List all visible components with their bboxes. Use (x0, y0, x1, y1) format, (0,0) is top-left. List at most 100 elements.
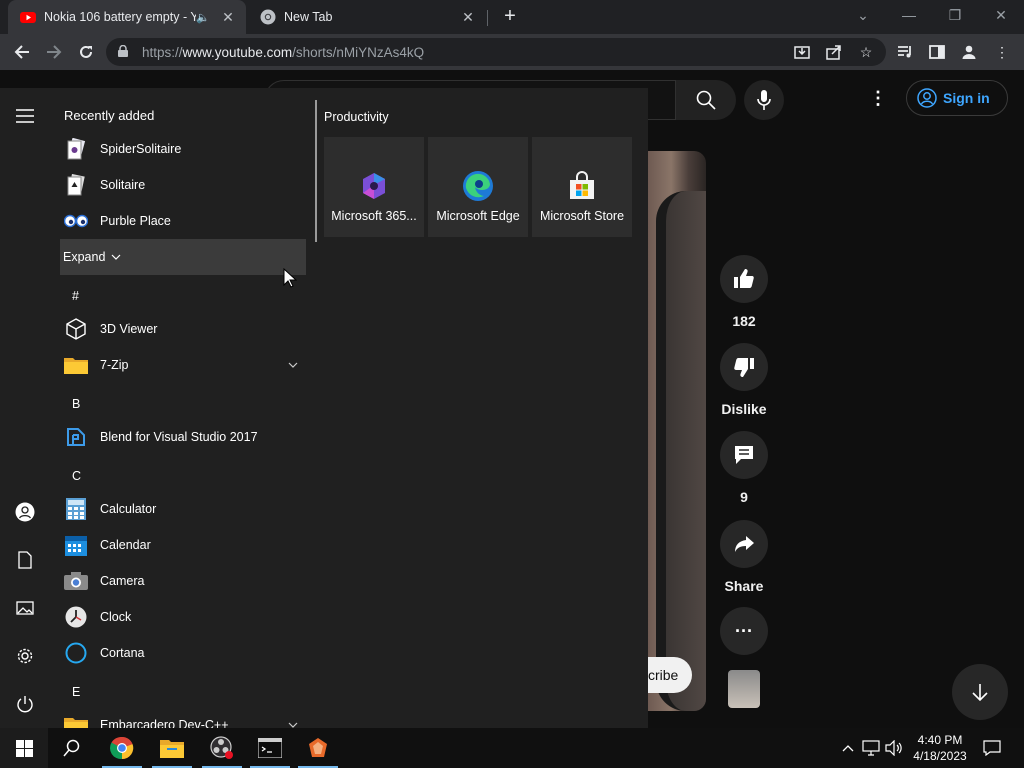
app-label: Embarcadero Dev-C++ (100, 718, 229, 728)
app-spider-solitaire[interactable]: SpiderSolitaire (60, 131, 306, 167)
search-icon[interactable] (676, 80, 736, 120)
terminal-icon (258, 738, 282, 758)
chevron-down-icon[interactable] (288, 720, 298, 729)
close-window-button[interactable]: ✕ (978, 0, 1024, 30)
dislike-button[interactable] (720, 343, 768, 391)
hamburger-menu-icon[interactable] (13, 104, 37, 128)
restore-button[interactable]: ❐ (932, 0, 978, 30)
install-app-icon[interactable] (792, 42, 812, 62)
spider-solitaire-icon (64, 137, 88, 161)
app-blend-vs-2017[interactable]: Blend for Visual Studio 2017 (60, 419, 306, 455)
tab-new-tab[interactable]: New Tab ✕ (250, 0, 486, 34)
settings-menu-icon[interactable]: ⋮ (866, 86, 890, 110)
clock-time: 4:40 PM (917, 733, 963, 747)
profile-icon[interactable] (959, 42, 979, 62)
browser-toolbar: https://www.youtube.com/shorts/nMiYNzAs4… (0, 34, 1024, 70)
search-icon (63, 739, 80, 757)
show-hidden-icons-chevron-icon[interactable] (838, 738, 858, 758)
taskbar-obs[interactable] (198, 728, 246, 768)
back-arrow-icon[interactable] (10, 40, 34, 64)
next-video-button[interactable] (952, 664, 1008, 720)
taskbar-app[interactable] (294, 728, 342, 768)
address-bar[interactable]: https://www.youtube.com/shorts/nMiYNzAs4… (106, 38, 886, 66)
short-video-player[interactable] (648, 151, 706, 711)
comment-count: 9 (740, 489, 748, 505)
close-tab-icon[interactable]: ✕ (220, 9, 236, 25)
notification-center-icon[interactable] (980, 738, 1004, 758)
app-calculator[interactable]: Calculator (60, 491, 306, 527)
like-action: 182 (720, 255, 768, 329)
taskbar-terminal[interactable] (246, 728, 294, 768)
microphone-icon[interactable] (744, 80, 784, 120)
reload-icon[interactable] (74, 40, 98, 64)
solitaire-icon (64, 173, 88, 197)
volume-icon[interactable] (884, 738, 904, 758)
app-solitaire[interactable]: Solitaire (60, 167, 306, 203)
media-control-icon[interactable] (895, 42, 915, 62)
app-camera[interactable]: Camera (60, 563, 306, 599)
app-purble-place[interactable]: Purble Place (60, 203, 306, 239)
more-horizontal-icon: ··· (735, 620, 753, 641)
app-embarcadero-dev-cpp[interactable]: Embarcadero Dev-C++ (60, 707, 306, 728)
tab-divider (487, 10, 488, 26)
youtube-icon (20, 12, 36, 23)
power-icon[interactable] (13, 692, 37, 716)
group-header-b[interactable]: B (72, 397, 80, 411)
network-icon[interactable] (861, 738, 881, 758)
tile-microsoft-edge[interactable]: Microsoft Edge (428, 137, 528, 237)
app-label: 7-Zip (100, 358, 129, 372)
sound-thumbnail[interactable] (728, 670, 760, 708)
share-page-icon[interactable] (824, 42, 844, 62)
cortana-icon (64, 641, 88, 665)
chevron-down-icon (111, 252, 121, 263)
system-clock[interactable]: 4:40 PM 4/18/2023 (906, 732, 974, 764)
like-count: 182 (732, 313, 756, 329)
taskbar-file-explorer[interactable] (148, 728, 196, 768)
account-icon (917, 88, 937, 108)
app-calendar[interactable]: Calendar (60, 527, 306, 563)
new-tab-button[interactable]: + (500, 6, 520, 27)
chrome-menu-icon[interactable]: ⋮ (992, 42, 1012, 62)
more-options-button[interactable]: ··· (720, 607, 768, 655)
like-button[interactable] (720, 255, 768, 303)
calendar-icon (64, 533, 88, 557)
start-button[interactable] (0, 728, 48, 768)
sign-in-button[interactable]: Sign in (906, 80, 1008, 116)
minimize-button[interactable]: — (886, 0, 932, 30)
side-panel-icon[interactable] (927, 42, 947, 62)
folder-icon (64, 713, 88, 728)
group-header-hash[interactable]: # (72, 289, 79, 303)
user-account-icon[interactable] (13, 500, 37, 524)
tab-search-icon[interactable]: ⌄ (840, 0, 886, 30)
bookmark-star-icon[interactable]: ☆ (856, 42, 876, 62)
app-7-zip[interactable]: 7-Zip (60, 347, 306, 383)
share-button[interactable] (720, 520, 768, 568)
documents-icon[interactable] (13, 548, 37, 572)
speaker-icon[interactable]: 🔈 (196, 11, 212, 24)
tab-youtube[interactable]: Nokia 106 battery empty - Yo 🔈 ✕ (8, 0, 246, 34)
share-arrow-icon (735, 536, 754, 552)
taskbar-chrome[interactable] (98, 728, 146, 768)
pictures-icon[interactable] (13, 596, 37, 620)
close-tab-icon[interactable]: ✕ (460, 9, 476, 25)
tab-title: New Tab (284, 10, 333, 24)
app-label: Camera (100, 574, 145, 588)
comments-button[interactable] (720, 431, 768, 479)
tile-microsoft-store[interactable]: Microsoft Store (532, 137, 632, 237)
folder-icon (64, 353, 88, 377)
expand-button[interactable]: Expand (60, 239, 306, 275)
screen: Nokia 106 battery empty - Yo 🔈 ✕ New Tab… (0, 0, 1024, 768)
forward-arrow-icon[interactable] (42, 40, 66, 64)
app-cortana[interactable]: Cortana (60, 635, 306, 671)
group-header-e[interactable]: E (72, 685, 80, 699)
comment-icon (735, 446, 753, 464)
app-3d-viewer[interactable]: 3D Viewer (60, 311, 306, 347)
taskbar-search-button[interactable] (48, 728, 96, 768)
lock-icon[interactable] (118, 44, 132, 60)
settings-gear-icon[interactable] (13, 644, 37, 668)
chevron-down-icon[interactable] (288, 360, 298, 371)
app-list-scrollbar[interactable] (315, 100, 317, 242)
app-clock[interactable]: Clock (60, 599, 306, 635)
tile-microsoft-365[interactable]: Microsoft 365... (324, 137, 424, 237)
group-header-c[interactable]: C (72, 469, 81, 483)
